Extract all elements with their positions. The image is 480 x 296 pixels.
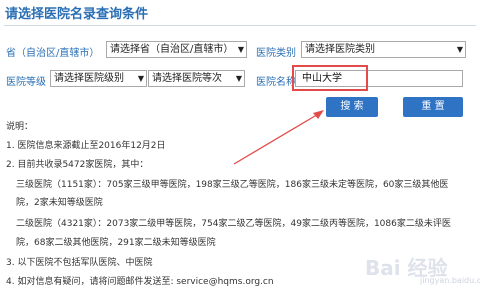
note-line: 4. 如对信息有疑问，请将问题邮件发送至: service@hqms.org.c… (6, 277, 274, 287)
note-line: 三级医院（1151家）：705家三级甲等医院，198家三级乙等医院，186家三级… (16, 180, 449, 190)
note-line: 3. 以下医院不包括军队医院、中医院 (6, 258, 153, 268)
note-line: 院，68家二级其他医院，291家二级未知等级医院 (16, 238, 216, 248)
note-line: 二级医院（4321家）：2073家二级甲等医院，754家二级乙等医院，49家二级… (16, 219, 451, 229)
note-line: 院，2家未知等级医院 (16, 198, 103, 208)
note-line: 2. 目前共收录5472家医院，其中： (6, 160, 149, 170)
notes-heading: 说明： (6, 122, 34, 132)
baidu-watermark-url: jingyan.baidu.com (420, 276, 480, 285)
note-line: 1. 医院信息来源截止至2016年12月2日 (6, 141, 166, 151)
